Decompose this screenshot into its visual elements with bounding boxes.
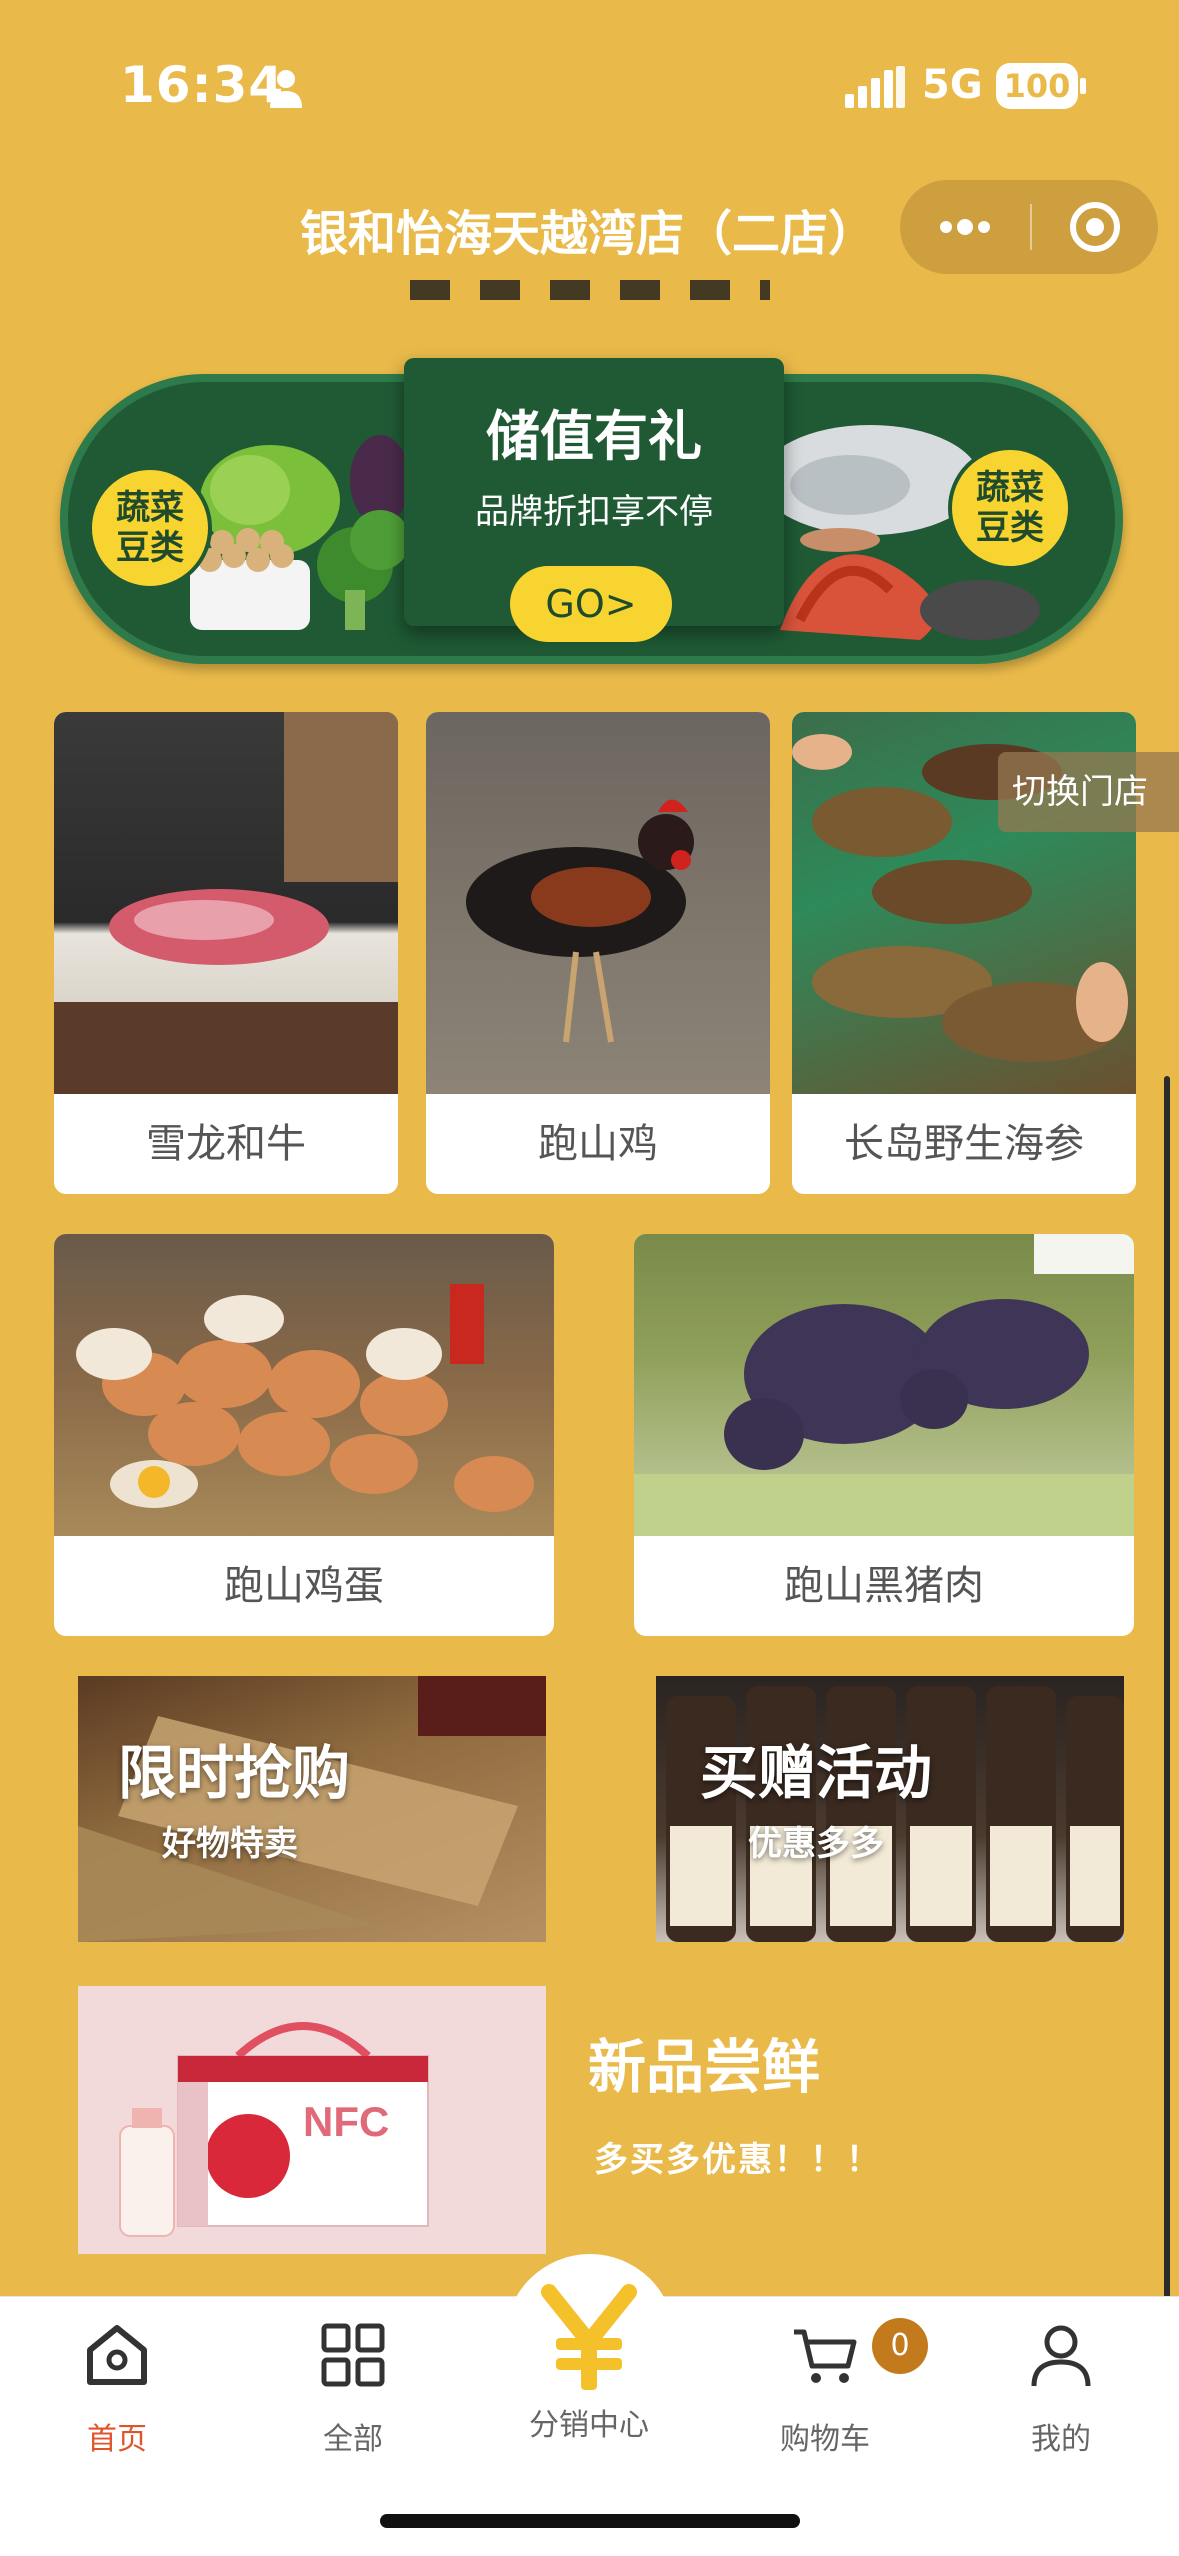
battery-tip: [1080, 78, 1086, 94]
flash-sale-title: 限时抢购: [118, 1739, 351, 1807]
tab-home-label: 首页: [87, 2422, 147, 2457]
wagyu-image: [54, 712, 398, 1094]
product-card-wagyu[interactable]: 雪龙和牛: [54, 712, 398, 1194]
switch-store-button[interactable]: 切换门店: [998, 752, 1179, 832]
product-label: 跑山黑猪肉: [784, 1563, 984, 1609]
tab-all[interactable]: 全部: [258, 2318, 448, 2458]
tab-home[interactable]: 首页: [22, 2318, 212, 2458]
signal-icon: [845, 66, 905, 108]
product-label: 跑山鸡蛋: [224, 1563, 384, 1609]
battery-indicator: 100: [996, 63, 1078, 109]
tab-distribution-label: 分销中心: [529, 2408, 649, 2443]
gift-event-subtitle: 优惠多多: [748, 1824, 884, 1864]
tab-mine[interactable]: 我的: [966, 2318, 1156, 2458]
cart-icon: [794, 2329, 857, 2383]
category-badge-right[interactable]: 蔬菜 豆类: [948, 446, 1072, 570]
more-icon[interactable]: [930, 200, 1000, 254]
gift-event-title: 买赠活动: [700, 1739, 933, 1807]
yen-icon: [541, 2284, 637, 2390]
gift-event-tile[interactable]: 买赠活动 优惠多多: [656, 1676, 1124, 1942]
new-product-image[interactable]: NFC: [78, 1986, 546, 2254]
product-label: 长岛野生海参: [844, 1121, 1084, 1167]
tab-all-label: 全部: [323, 2422, 383, 2457]
tab-cart-label: 购物车: [780, 2422, 870, 2457]
scrolled-section-remnant: [410, 280, 770, 300]
tab-distribution-center[interactable]: 分销中心: [494, 2282, 684, 2444]
new-product-title[interactable]: 新品尝鲜: [588, 2020, 820, 2104]
product-card-chicken[interactable]: 跑山鸡: [426, 712, 770, 1194]
vegetables-image: [190, 435, 410, 630]
scrollbar[interactable]: [1164, 1076, 1170, 2398]
flash-sale-tile[interactable]: 限时抢购 好物特卖: [78, 1676, 546, 1942]
banner-subtitle: 品牌折扣享不停: [475, 492, 713, 532]
home-icon: [87, 2325, 147, 2385]
capsule-divider: [1030, 204, 1032, 250]
banner-title: 储值有礼: [486, 405, 702, 468]
person-status-icon: [270, 70, 302, 108]
grid-icon: [321, 2323, 385, 2387]
category-badge-left[interactable]: 蔬菜 豆类: [88, 466, 212, 590]
close-miniprogram-icon[interactable]: [1060, 200, 1130, 254]
new-product-subtitle: 多买多优惠！！！: [594, 2140, 882, 2180]
tab-mine-label: 我的: [1031, 2422, 1091, 2457]
product-card-black-pork[interactable]: 跑山黑猪肉: [634, 1234, 1134, 1636]
nfc-package-text: NFC: [303, 2098, 389, 2145]
home-indicator[interactable]: [380, 2514, 800, 2528]
flash-sale-subtitle: 好物特卖: [162, 1824, 298, 1864]
product-card-eggs[interactable]: 跑山鸡蛋: [54, 1234, 554, 1636]
cart-count-badge: 0: [872, 2318, 928, 2374]
black-pig-image: [634, 1234, 1134, 1536]
status-time: 16:34: [120, 56, 285, 114]
eggs-image: [54, 1234, 554, 1536]
go-button[interactable]: GO>: [510, 566, 672, 642]
store-title[interactable]: 银和怡海天越湾店（二店）: [300, 194, 876, 264]
chicken-image: [426, 712, 770, 1094]
product-label: 跑山鸡: [538, 1121, 658, 1167]
user-icon: [1031, 2325, 1091, 2387]
product-label: 雪龙和牛: [146, 1121, 306, 1167]
network-type: 5G: [922, 62, 983, 108]
